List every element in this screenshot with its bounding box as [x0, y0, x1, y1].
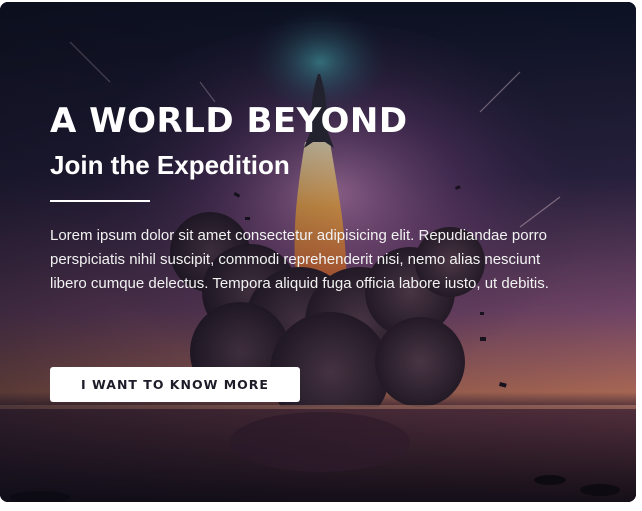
learn-more-button[interactable]: I WANT TO KNOW MORE: [50, 367, 300, 402]
hero-body-text: Lorem ipsum dolor sit amet consectetur a…: [50, 227, 549, 292]
hero-card: A WORLD BEYOND Join the Expedition Lorem…: [0, 2, 636, 502]
hero-headline: A WORLD BEYOND: [50, 101, 408, 141]
hero-content: A WORLD BEYOND Join the Expedition Lorem…: [50, 100, 570, 296]
hero-subheadline: Join the Expedition: [50, 150, 290, 180]
headline-divider: [50, 200, 150, 202]
